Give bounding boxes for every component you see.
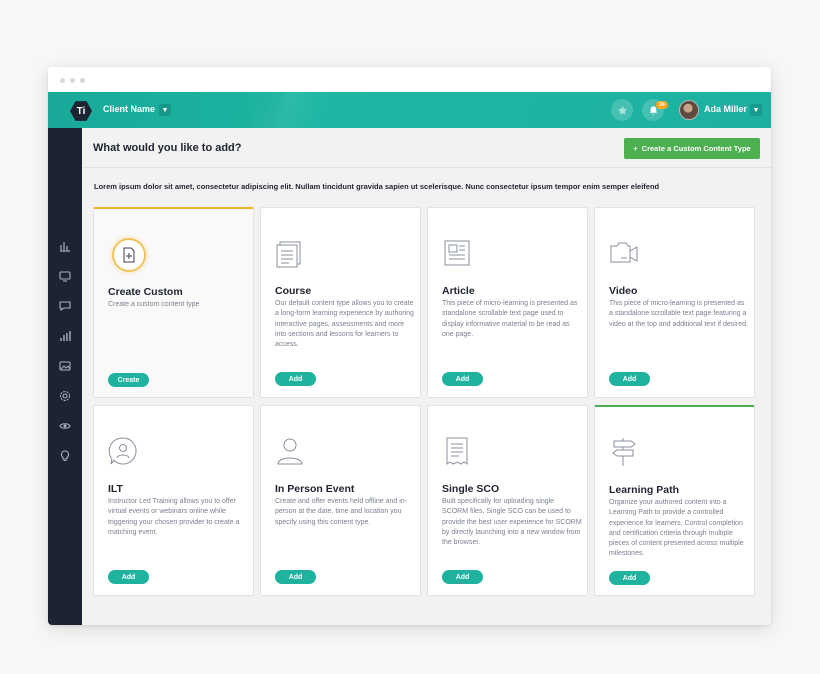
add-button[interactable]: Add bbox=[609, 571, 650, 585]
card-description: Create and offer events held offline and… bbox=[275, 498, 408, 526]
image-icon[interactable] bbox=[59, 360, 71, 372]
card-title: Article bbox=[442, 285, 475, 297]
card-create-custom[interactable]: Create Custom Create a custom content ty… bbox=[93, 207, 254, 398]
sidebar bbox=[48, 128, 82, 625]
settings-icon[interactable] bbox=[59, 390, 71, 402]
card-title: Single SCO bbox=[442, 483, 500, 495]
card-article[interactable]: Article This piece of micro-learning is … bbox=[427, 207, 588, 398]
notification-badge: 24 bbox=[656, 101, 668, 109]
top-bar: Ti Client Name ▼ 24 Ada Miller ▼ bbox=[48, 92, 771, 128]
signpost-icon bbox=[612, 438, 636, 466]
main-content: What would you like to add? + Create a C… bbox=[82, 128, 771, 625]
favorites-button[interactable] bbox=[611, 99, 633, 121]
card-single-sco[interactable]: Single SCO Built specifically for upload… bbox=[427, 405, 588, 596]
eye-icon[interactable] bbox=[59, 420, 71, 432]
card-description: Built specifically for uploading single … bbox=[442, 498, 582, 547]
window-titlebar bbox=[48, 67, 771, 92]
card-title: Video bbox=[609, 285, 638, 297]
user-name[interactable]: Ada Miller bbox=[704, 104, 747, 114]
card-description: Instructor Led Training allows you to of… bbox=[108, 498, 240, 536]
receipt-icon bbox=[446, 437, 468, 465]
card-title: In Person Event bbox=[275, 483, 355, 495]
monitor-icon[interactable] bbox=[59, 270, 71, 282]
course-icon bbox=[276, 241, 301, 268]
window-dot bbox=[80, 78, 85, 83]
card-description: This piece of micro-learning is presente… bbox=[442, 300, 578, 338]
card-in-person-event[interactable]: In Person Event Create and offer events … bbox=[260, 405, 421, 596]
card-title: ILT bbox=[108, 483, 123, 495]
card-description: Our default content type allows you to c… bbox=[275, 300, 414, 349]
person-icon bbox=[277, 438, 303, 465]
intro-text: Lorem ipsum dolor sit amet, consectetur … bbox=[94, 182, 660, 191]
add-button[interactable]: Add bbox=[442, 570, 483, 584]
page-header: What would you like to add? + Create a C… bbox=[82, 128, 771, 168]
custom-file-icon bbox=[112, 238, 146, 272]
add-button[interactable]: Add bbox=[609, 372, 650, 386]
card-title: Course bbox=[275, 285, 312, 297]
add-button[interactable]: Add bbox=[275, 372, 316, 386]
card-description: Create a custom content type bbox=[108, 301, 200, 308]
card-learning-path[interactable]: Learning Path Organize your authored con… bbox=[594, 405, 755, 596]
app-window: Ti Client Name ▼ 24 Ada Miller ▼ What wo… bbox=[48, 67, 771, 625]
chevron-down-icon[interactable]: ▼ bbox=[750, 104, 762, 116]
create-custom-content-type-button[interactable]: + Create a Custom Content Type bbox=[624, 138, 760, 159]
video-icon bbox=[610, 242, 638, 263]
card-ilt[interactable]: ILT Instructor Led Training allows you t… bbox=[93, 405, 254, 596]
chevron-down-icon[interactable]: ▼ bbox=[159, 104, 171, 116]
lightbulb-icon[interactable] bbox=[59, 450, 71, 462]
card-description: This piece of micro-learning is presente… bbox=[609, 300, 748, 328]
card-title: Learning Path bbox=[609, 484, 680, 496]
page-title: What would you like to add? bbox=[93, 142, 242, 154]
bar-chart-icon[interactable] bbox=[59, 330, 71, 342]
star-icon bbox=[617, 105, 627, 115]
reports-icon[interactable] bbox=[59, 240, 71, 252]
card-course[interactable]: Course Our default content type allows y… bbox=[260, 207, 421, 398]
client-name[interactable]: Client Name bbox=[103, 104, 155, 114]
add-button[interactable]: Add bbox=[275, 570, 316, 584]
article-icon bbox=[444, 240, 470, 266]
ilt-icon bbox=[108, 437, 137, 465]
add-button[interactable]: Add bbox=[442, 372, 483, 386]
topbar-decoration bbox=[253, 92, 313, 128]
create-button[interactable]: Create bbox=[108, 373, 149, 387]
plus-icon: + bbox=[633, 144, 638, 153]
add-button[interactable]: Add bbox=[108, 570, 149, 584]
logo[interactable]: Ti bbox=[70, 101, 92, 121]
card-video[interactable]: Video This piece of micro-learning is pr… bbox=[594, 207, 755, 398]
window-dot bbox=[70, 78, 75, 83]
chat-icon[interactable] bbox=[59, 300, 71, 312]
create-button-label: Create a Custom Content Type bbox=[641, 144, 751, 153]
card-description: Organize your authored content into a Le… bbox=[609, 499, 744, 558]
window-dot bbox=[60, 78, 65, 83]
card-title: Create Custom bbox=[108, 286, 183, 298]
avatar[interactable] bbox=[679, 100, 699, 120]
